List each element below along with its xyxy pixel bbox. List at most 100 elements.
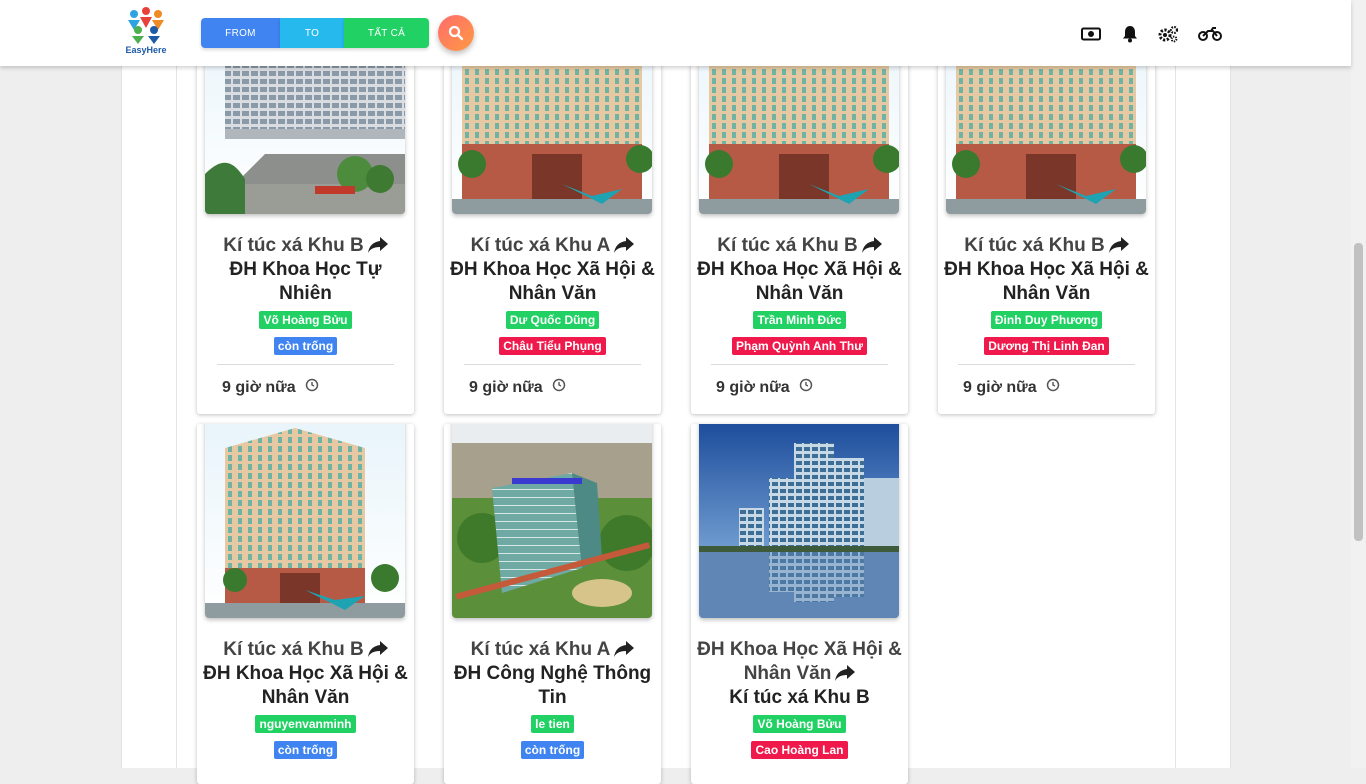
passenger-badge[interactable]: Phạm Quỳnh Anh Thư bbox=[732, 337, 867, 355]
listing-to: ĐH Khoa Học Tự Nhiên bbox=[229, 259, 382, 304]
card-divider bbox=[711, 364, 888, 365]
scrollbar-thumb[interactable] bbox=[1354, 243, 1363, 541]
passenger-badge[interactable]: Dương Thị Linh Đan bbox=[984, 337, 1109, 355]
share-arrow-icon bbox=[614, 237, 635, 253]
listing-from: Kí túc xá Khu B bbox=[223, 235, 364, 256]
listing-photo bbox=[205, 424, 405, 618]
share-arrow-icon bbox=[367, 641, 388, 657]
status-badge[interactable]: còn trống bbox=[273, 741, 338, 759]
money-icon bbox=[1081, 27, 1101, 41]
column-right-border bbox=[1175, 0, 1176, 768]
to-button[interactable]: TO bbox=[280, 18, 344, 48]
clock-icon bbox=[799, 378, 813, 392]
driver-badge[interactable]: Trần Minh Đức bbox=[753, 311, 846, 329]
panel-left-border bbox=[121, 0, 122, 768]
listing-title: Kí túc xá Khu A ĐH Khoa Học Xã Hội & Nhâ… bbox=[450, 234, 655, 306]
all-button[interactable]: TẤT CẢ bbox=[344, 18, 429, 48]
listing-from: Kí túc xá Khu A bbox=[470, 235, 611, 256]
driver-badge[interactable]: Võ Hoàng Bửu bbox=[753, 715, 846, 733]
share-arrow-icon bbox=[835, 665, 856, 681]
passenger-row: Phạm Quỳnh Anh Thư bbox=[691, 337, 908, 355]
listing-card[interactable]: Kí túc xá Khu B ĐH Khoa Học Xã Hội & Nhâ… bbox=[691, 20, 908, 414]
search-icon bbox=[448, 25, 464, 41]
listing-from: ĐH Khoa Học Xã Hội & Nhân Văn bbox=[697, 639, 902, 684]
driver-row: Đinh Duy Phương bbox=[938, 311, 1155, 329]
listing-from: Kí túc xá Khu B bbox=[717, 235, 858, 256]
listing-title: Kí túc xá Khu A ĐH Công Nghệ Thông Tin bbox=[450, 638, 655, 710]
money-button[interactable] bbox=[1080, 24, 1102, 44]
listing-title: Kí túc xá Khu B ĐH Khoa Học Xã Hội & Nhâ… bbox=[203, 638, 408, 710]
listing-photo bbox=[452, 424, 652, 618]
easyhere-logo[interactable]: EasyHere bbox=[123, 6, 169, 60]
share-arrow-icon bbox=[861, 237, 882, 253]
logo-text: EasyHere bbox=[125, 45, 167, 55]
passenger-badge[interactable]: Châu Tiểu Phụng bbox=[499, 337, 606, 355]
listing-card[interactable]: ĐH Khoa Học Xã Hội & Nhân Văn Kí túc xá … bbox=[691, 424, 908, 784]
column-left-border bbox=[176, 0, 177, 768]
passenger-badge[interactable]: Cao Hoàng Lan bbox=[751, 741, 848, 759]
card-divider bbox=[464, 364, 641, 365]
motorbike-button[interactable] bbox=[1197, 24, 1223, 44]
departure-time: 9 giờ nữa bbox=[222, 379, 296, 396]
bell-icon bbox=[1123, 26, 1137, 43]
motorcycle-icon bbox=[1198, 27, 1222, 41]
panel-right-border bbox=[1230, 0, 1231, 768]
passenger-row: còn trống bbox=[444, 741, 661, 759]
clock-icon bbox=[305, 378, 319, 392]
gears-icon bbox=[1158, 25, 1179, 43]
passenger-row: Cao Hoàng Lan bbox=[691, 741, 908, 759]
share-arrow-icon bbox=[1108, 237, 1129, 253]
listing-from: Kí túc xá Khu B bbox=[964, 235, 1105, 256]
logo-people-icon bbox=[128, 7, 164, 44]
notifications-button[interactable] bbox=[1119, 24, 1141, 44]
listing-card[interactable]: Kí túc xá Khu B ĐH Khoa Học Tự Nhiên Võ … bbox=[197, 20, 414, 414]
departure-time: 9 giờ nữa bbox=[469, 379, 543, 396]
listing-card[interactable]: Kí túc xá Khu A ĐH Công Nghệ Thông Tin l… bbox=[444, 424, 661, 784]
passenger-row: Châu Tiểu Phụng bbox=[444, 337, 661, 355]
listing-title: Kí túc xá Khu B ĐH Khoa Học Xã Hội & Nhâ… bbox=[944, 234, 1149, 306]
status-badge[interactable]: còn trống bbox=[273, 337, 338, 355]
listing-from: Kí túc xá Khu A bbox=[470, 639, 611, 660]
listing-to: ĐH Khoa Học Xã Hội & Nhân Văn bbox=[450, 259, 655, 304]
passenger-row: còn trống bbox=[197, 741, 414, 759]
driver-row: Dư Quốc Dũng bbox=[444, 311, 661, 329]
status-badge[interactable]: còn trống bbox=[520, 741, 585, 759]
listing-card[interactable]: Kí túc xá Khu A ĐH Khoa Học Xã Hội & Nhâ… bbox=[444, 20, 661, 414]
listing-to: Kí túc xá Khu B bbox=[729, 687, 870, 708]
driver-row: Trần Minh Đức bbox=[691, 311, 908, 329]
share-arrow-icon bbox=[614, 641, 635, 657]
clock-icon bbox=[552, 378, 566, 392]
listing-to: ĐH Khoa Học Xã Hội & Nhân Văn bbox=[944, 259, 1149, 304]
driver-badge[interactable]: Dư Quốc Dũng bbox=[505, 311, 600, 329]
card-divider bbox=[217, 364, 394, 365]
driver-row: Võ Hoàng Bửu bbox=[691, 715, 908, 733]
driver-badge[interactable]: nguyenvanminh bbox=[255, 715, 356, 733]
listing-title: Kí túc xá Khu B ĐH Khoa Học Tự Nhiên bbox=[203, 234, 408, 306]
listing-title: ĐH Khoa Học Xã Hội & Nhân Văn Kí túc xá … bbox=[697, 638, 902, 710]
driver-row: le tien bbox=[444, 715, 661, 733]
passenger-row: Dương Thị Linh Đan bbox=[938, 337, 1155, 355]
driver-badge[interactable]: Võ Hoàng Bửu bbox=[259, 311, 352, 329]
search-button[interactable] bbox=[438, 15, 474, 51]
driver-badge[interactable]: Đinh Duy Phương bbox=[990, 311, 1103, 329]
departure-time: 9 giờ nữa bbox=[716, 379, 790, 396]
listing-to: ĐH Khoa Học Xã Hội & Nhân Văn bbox=[697, 259, 902, 304]
departure-time: 9 giờ nữa bbox=[963, 379, 1037, 396]
clock-icon bbox=[1046, 378, 1060, 392]
passenger-row: còn trống bbox=[197, 337, 414, 355]
listing-card[interactable]: Kí túc xá Khu B ĐH Khoa Học Xã Hội & Nhâ… bbox=[197, 424, 414, 784]
driver-row: nguyenvanminh bbox=[197, 715, 414, 733]
listing-photo bbox=[699, 424, 899, 618]
listing-card[interactable]: Kí túc xá Khu B ĐH Khoa Học Xã Hội & Nhâ… bbox=[938, 20, 1155, 414]
page-scrollbar[interactable] bbox=[1351, 0, 1366, 768]
listing-to: ĐH Khoa Học Xã Hội & Nhân Văn bbox=[203, 663, 408, 708]
listing-from: Kí túc xá Khu B bbox=[223, 639, 364, 660]
driver-row: Võ Hoàng Bửu bbox=[197, 311, 414, 329]
driver-badge[interactable]: le tien bbox=[531, 715, 574, 733]
listing-to: ĐH Công Nghệ Thông Tin bbox=[453, 663, 652, 708]
listing-title: Kí túc xá Khu B ĐH Khoa Học Xã Hội & Nhâ… bbox=[697, 234, 902, 306]
settings-button[interactable] bbox=[1157, 24, 1179, 44]
from-button[interactable]: FROM bbox=[201, 18, 280, 48]
share-arrow-icon bbox=[367, 237, 388, 253]
card-divider bbox=[958, 364, 1135, 365]
